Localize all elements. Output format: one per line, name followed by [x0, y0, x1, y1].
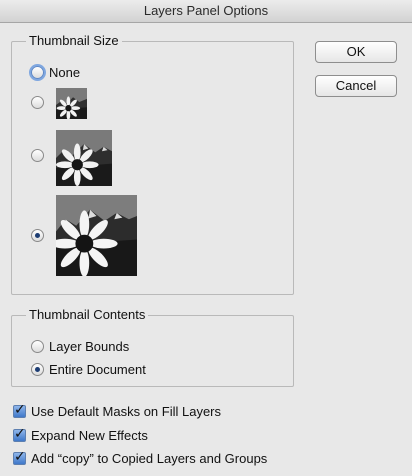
checkbox-expand-effects-label: Expand New Effects: [31, 428, 148, 443]
radio-none[interactable]: [31, 66, 44, 79]
thumbnail-small-image: [56, 88, 87, 119]
checkbox-expand-effects-box[interactable]: [13, 426, 26, 442]
contents-layer-bounds[interactable]: Layer Bounds: [31, 339, 129, 354]
radio-medium[interactable]: [31, 149, 44, 162]
radio-large[interactable]: [31, 229, 44, 242]
radio-entire-document[interactable]: [31, 363, 44, 376]
thumbnail-large-image: [56, 195, 137, 276]
thumb-size-large[interactable]: [31, 229, 44, 242]
radio-entire-document-label: Entire Document: [49, 362, 146, 377]
checkbox-add-copy[interactable]: Add “copy” to Copied Layers and Groups: [13, 449, 268, 466]
checkbox-add-copy-box[interactable]: [13, 449, 26, 465]
radio-layer-bounds-label: Layer Bounds: [49, 339, 130, 354]
checkbox-default-masks[interactable]: Use Default Masks on Fill Layers: [13, 402, 222, 419]
thumb-size-medium[interactable]: [31, 149, 44, 162]
checkbox-add-copy-label: Add “copy” to Copied Layers and Groups: [31, 451, 268, 466]
thumbnail-contents-legend: Thumbnail Contents: [26, 308, 149, 322]
thumb-size-none[interactable]: None: [31, 65, 80, 80]
thumbnail-size-legend: Thumbnail Size: [26, 34, 122, 48]
cancel-button[interactable]: Cancel: [315, 75, 397, 97]
checkbox-default-masks-box[interactable]: [13, 402, 26, 418]
checkbox-expand-effects[interactable]: Expand New Effects: [13, 426, 148, 443]
contents-entire-document[interactable]: Entire Document: [31, 362, 146, 377]
checkbox-default-masks-label: Use Default Masks on Fill Layers: [31, 404, 222, 419]
thumb-size-small[interactable]: [31, 96, 44, 109]
radio-layer-bounds[interactable]: [31, 340, 44, 353]
window-title: Layers Panel Options: [0, 0, 412, 23]
radio-small[interactable]: [31, 96, 44, 109]
radio-none-label: None: [49, 65, 81, 80]
thumbnail-medium-image: [56, 130, 112, 186]
ok-button[interactable]: OK: [315, 41, 397, 63]
